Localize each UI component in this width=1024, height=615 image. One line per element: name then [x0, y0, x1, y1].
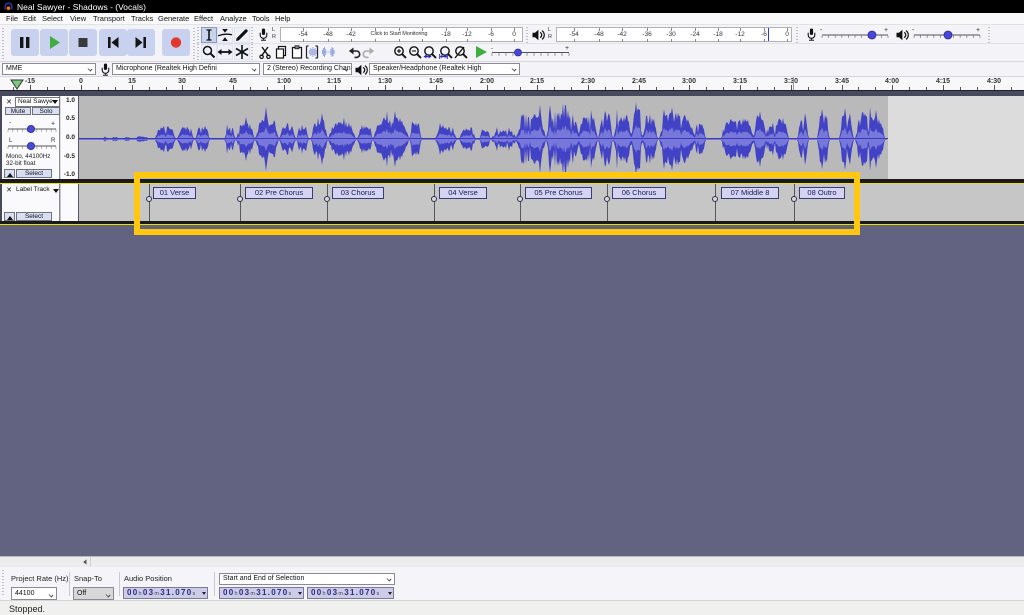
svg-text:-: -: [820, 27, 823, 34]
svg-text:+: +: [565, 46, 569, 52]
svg-text:-: -: [9, 120, 12, 127]
svg-text:L: L: [9, 138, 13, 144]
svg-text:-: -: [912, 27, 915, 34]
svg-text:+: +: [976, 27, 980, 34]
svg-text:R: R: [51, 138, 56, 144]
svg-text:+: +: [51, 121, 55, 128]
svg-text:+: +: [884, 27, 888, 34]
svg-text:-: -: [491, 46, 493, 52]
